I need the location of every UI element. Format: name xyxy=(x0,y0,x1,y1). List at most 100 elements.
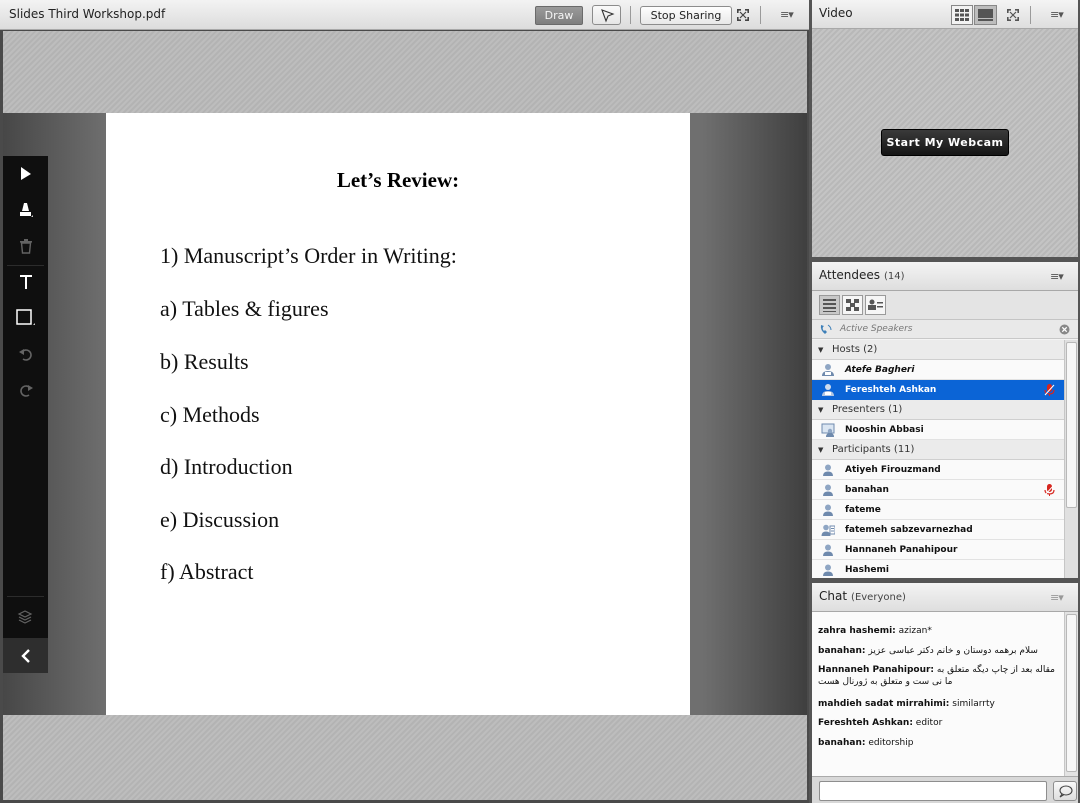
speech-bubble-icon xyxy=(1059,785,1073,798)
pod-menu-icon[interactable]: ≡▾ xyxy=(1050,8,1064,21)
chat-message: zahra hashemi: azizan* xyxy=(818,625,1060,637)
share-stage: Let’s Review: 1) Manuscript’s Order in W… xyxy=(3,31,807,800)
pod-menu-icon[interactable]: ≡▾ xyxy=(780,8,794,21)
header-divider xyxy=(1030,6,1031,24)
attendee-row[interactable]: Atiyeh Firouzmand xyxy=(812,460,1064,480)
slide-line: e) Discussion xyxy=(160,507,280,532)
attendee-row[interactable]: Hannaneh Panahipour xyxy=(812,540,1064,560)
group-label: Presenters (1) xyxy=(832,404,903,415)
slide-line: f) Abstract xyxy=(160,559,254,584)
pointer-tool[interactable] xyxy=(3,156,48,192)
attendee-name: Hashemi xyxy=(845,565,889,575)
attendees-toolbar xyxy=(812,291,1078,320)
text-tool-icon xyxy=(19,275,32,289)
collapse-icon xyxy=(20,648,30,663)
attendees-title-text: Attendees xyxy=(819,268,881,282)
slide-line: c) Methods xyxy=(160,402,260,427)
drawing-toolbar xyxy=(3,156,48,673)
grid-layout-button[interactable] xyxy=(951,5,973,25)
pointer-icon xyxy=(20,167,31,180)
breakout-view-button[interactable] xyxy=(842,295,863,315)
delete-tool[interactable] xyxy=(3,228,48,264)
redo-tool[interactable] xyxy=(3,372,48,408)
slide-line: a) Tables & figures xyxy=(160,296,329,321)
share-pod-header: Slides Third Workshop.pdf Draw Stop Shar… xyxy=(0,0,809,30)
caret-down-icon: ▼ xyxy=(818,406,824,414)
chat-text: سلام برهمه دوستان و خانم دکتر عباسی عزیز xyxy=(865,646,1038,656)
header-divider xyxy=(760,6,761,24)
participant-icon xyxy=(823,544,833,556)
attendees-pod-title: Attendees (14) xyxy=(819,268,905,282)
chat-text: editor xyxy=(912,718,943,728)
video-pod-body: Start My Webcam xyxy=(812,29,1078,257)
layers-icon xyxy=(17,610,32,624)
draw-button[interactable]: Draw xyxy=(535,6,583,25)
attendee-row[interactable]: Atefe Bagheri xyxy=(812,360,1064,380)
attendee-row[interactable]: banahan xyxy=(812,480,1064,500)
attendee-row[interactable]: fatemeh sabzevarnezhad xyxy=(812,520,1064,540)
highlighter-tool[interactable] xyxy=(3,192,48,228)
undo-tool[interactable] xyxy=(3,336,48,372)
layers-tool[interactable] xyxy=(3,600,48,636)
redo-icon xyxy=(19,385,33,397)
cursor-toggle-button[interactable] xyxy=(592,5,621,25)
participant-icon xyxy=(823,464,833,476)
group-header-hosts[interactable]: ▼ Hosts (2) xyxy=(812,340,1064,360)
list-view-button[interactable] xyxy=(819,295,840,315)
header-divider xyxy=(630,6,631,24)
fullscreen-icon[interactable] xyxy=(735,7,751,23)
attendee-name: Nooshin Abbasi xyxy=(845,425,924,435)
group-header-participants[interactable]: ▼ Participants (11) xyxy=(812,440,1064,460)
chat-text: similarrty xyxy=(949,699,995,709)
participant-icon xyxy=(823,484,833,496)
microphone-icon xyxy=(1044,384,1055,396)
status-view-button[interactable] xyxy=(865,295,886,315)
filmstrip-layout-button[interactable] xyxy=(974,5,997,25)
scrollbar-thumb[interactable] xyxy=(1066,342,1077,508)
breakout-icon xyxy=(846,299,859,311)
chat-sender: banahan: xyxy=(818,738,866,748)
scrollbar-thumb[interactable] xyxy=(1066,614,1077,772)
pod-menu-icon[interactable]: ≡▾ xyxy=(1050,270,1064,283)
chat-scrollbar[interactable] xyxy=(1064,612,1078,776)
chat-title-text: Chat xyxy=(819,589,848,603)
fullscreen-icon[interactable] xyxy=(1005,7,1021,23)
attendee-scrollbar[interactable] xyxy=(1064,340,1078,578)
collapse-toolbar-button[interactable] xyxy=(3,638,48,673)
text-tool[interactable] xyxy=(3,264,48,300)
list-view-icon xyxy=(823,299,836,312)
highlighter-icon xyxy=(19,203,33,217)
chat-messages: zahra hashemi: azizan* banahan: سلام بره… xyxy=(812,612,1078,776)
participant-icon xyxy=(823,504,833,516)
stop-sharing-button[interactable]: Stop Sharing xyxy=(640,6,732,25)
start-webcam-button[interactable]: Start My Webcam xyxy=(881,129,1009,156)
video-pod-title: Video xyxy=(819,6,853,20)
pod-menu-icon[interactable]: ≡▾ xyxy=(1050,591,1064,604)
host-icon xyxy=(822,384,834,396)
attendee-row[interactable]: fateme xyxy=(812,500,1064,520)
attendee-name: Hannaneh Panahipour xyxy=(845,545,958,555)
attendee-row[interactable]: Nooshin Abbasi xyxy=(812,420,1064,440)
caret-down-icon: ▼ xyxy=(818,446,824,454)
chat-sender: banahan: xyxy=(818,646,866,656)
pod-title: Slides Third Workshop.pdf xyxy=(9,7,166,21)
chat-message: Hannaneh Panahipour: مقاله بعد از چاپ دی… xyxy=(818,664,1060,688)
undo-icon xyxy=(18,349,32,361)
slide-line: 1) Manuscript’s Order in Writing: xyxy=(160,243,457,268)
microphone-icon xyxy=(1044,484,1055,496)
chat-footer xyxy=(812,776,1078,803)
send-message-button[interactable] xyxy=(1053,781,1077,801)
chat-input[interactable] xyxy=(819,781,1047,801)
shape-tool[interactable] xyxy=(3,300,48,336)
chat-sender: mahdieh sadat mirrahimi: xyxy=(818,699,950,709)
close-icon[interactable] xyxy=(1059,324,1070,335)
attendee-name: fatemeh sabzevarnezhad xyxy=(845,525,973,535)
chat-text: editorship xyxy=(865,738,914,748)
participant-status-icon xyxy=(821,524,835,536)
attendee-row-selected[interactable]: Fereshteh Ashkan xyxy=(812,380,1064,400)
right-column: Video ≡▾ Start My Webcam Attendees (14) ≡… xyxy=(809,0,1080,803)
group-header-presenters[interactable]: ▼ Presenters (1) xyxy=(812,400,1064,420)
attendee-row[interactable]: Hashemi xyxy=(812,560,1064,578)
host-icon xyxy=(822,364,834,376)
slide-page: Let’s Review: 1) Manuscript’s Order in W… xyxy=(106,113,690,715)
